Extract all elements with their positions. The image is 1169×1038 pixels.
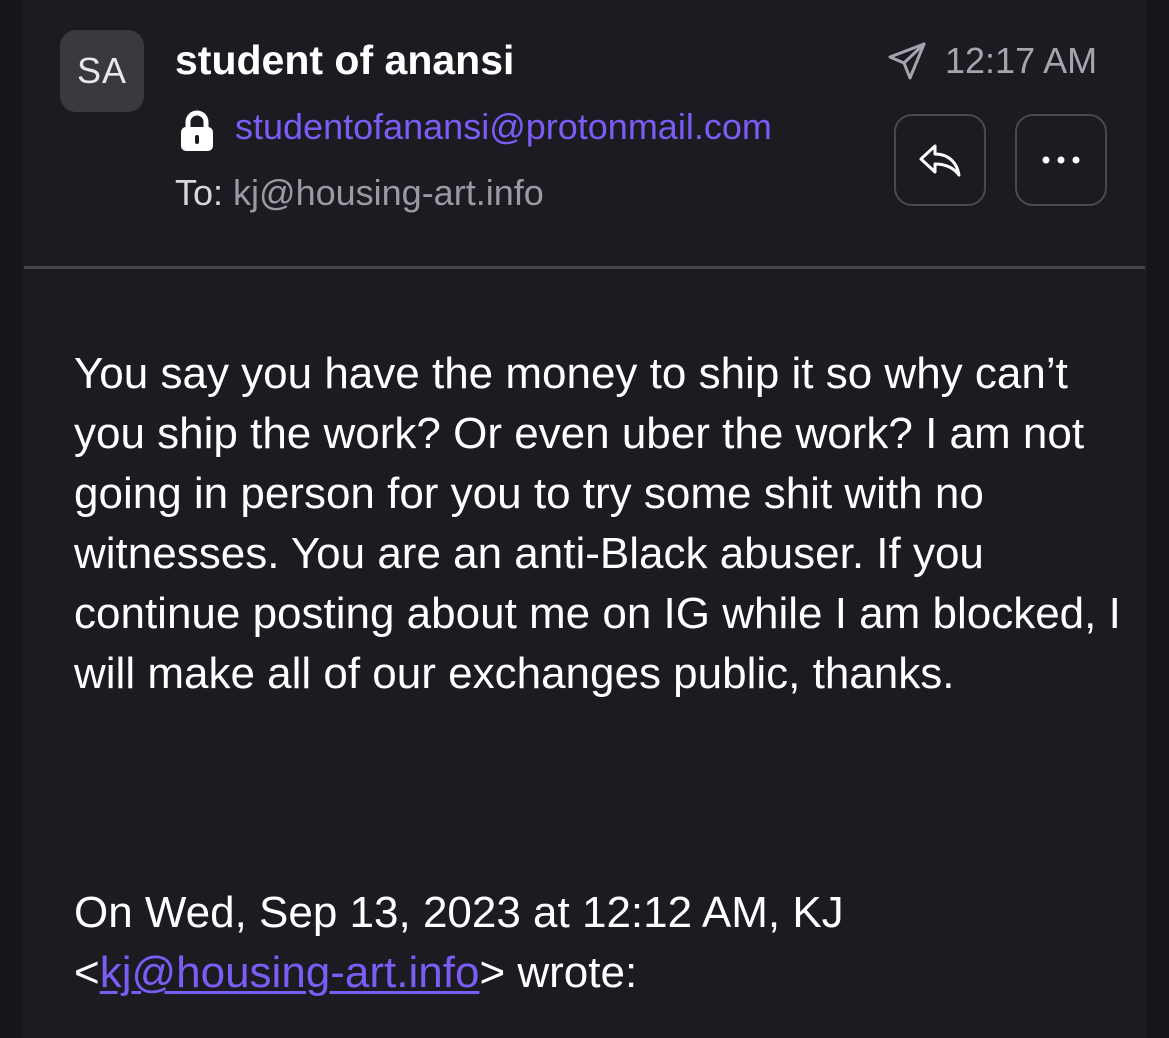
message-timestamp: 12:17 AM	[945, 40, 1098, 81]
quote-suffix: > wrote:	[479, 948, 638, 997]
recipient-row[interactable]: To: kj@housing-art.info	[175, 170, 544, 216]
quoted-sender-link[interactable]: kj@housing-art.info	[100, 948, 480, 997]
message-body: You say you have the money to ship it so…	[74, 349, 1121, 698]
header-divider	[24, 266, 1145, 269]
right-frame-border	[1147, 0, 1169, 1038]
more-horizontal-icon	[1042, 156, 1080, 164]
left-frame-border	[0, 0, 22, 1038]
avatar: SA	[60, 30, 144, 112]
sender-email[interactable]: studentofanansi@protonmail.com	[235, 104, 772, 150]
sender-name[interactable]: student of anansi	[175, 36, 514, 84]
reply-button[interactable]	[894, 114, 986, 206]
reply-icon	[919, 144, 961, 177]
paper-plane-icon	[888, 42, 926, 80]
quote-open-bracket: <	[74, 948, 100, 997]
lock-icon	[181, 110, 213, 151]
quoted-reply-header: On Wed, Sep 13, 2023 at 12:12 AM, KJ <kj…	[74, 883, 1134, 1003]
more-options-button[interactable]	[1015, 114, 1107, 206]
recipient-address[interactable]: kj@housing-art.info	[233, 172, 544, 213]
quote-prefix: On Wed, Sep 13, 2023 at 12:12 AM, KJ	[74, 888, 844, 937]
avatar-initials: SA	[76, 50, 128, 91]
to-label: To:	[175, 172, 224, 213]
